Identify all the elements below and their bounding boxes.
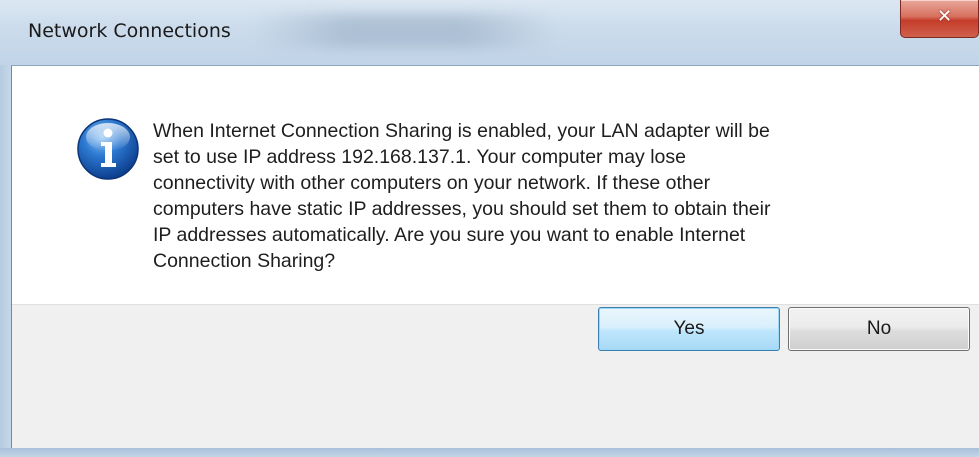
dialog-message: When Internet Connection Sharing is enab… [153, 118, 933, 274]
dialog-window: Network Connections ✕ When Internet Conn… [0, 0, 979, 457]
message-line: computers have static IP addresses, you … [153, 198, 771, 220]
close-button[interactable]: ✕ [900, 0, 979, 38]
title-bar-blur [255, 14, 555, 48]
message-area: When Internet Connection Sharing is enab… [12, 66, 979, 303]
message-line: IP addresses automatically. Are you sure… [153, 224, 746, 246]
message-line: set to use IP address 192.168.137.1. You… [153, 146, 686, 168]
message-line: When Internet Connection Sharing is enab… [153, 120, 770, 142]
window-bottom-border [0, 448, 979, 457]
yes-button[interactable]: Yes [598, 307, 780, 351]
message-line: Connection Sharing? [153, 250, 336, 272]
info-icon [77, 118, 139, 180]
close-icon: ✕ [937, 6, 953, 27]
window-left-border [0, 65, 11, 457]
window-title: Network Connections [28, 20, 231, 42]
no-button[interactable]: No [788, 307, 970, 351]
message-line: connectivity with other computers on you… [153, 172, 711, 194]
dialog-client-area: When Internet Connection Sharing is enab… [11, 65, 979, 449]
title-bar[interactable]: Network Connections [0, 0, 979, 65]
